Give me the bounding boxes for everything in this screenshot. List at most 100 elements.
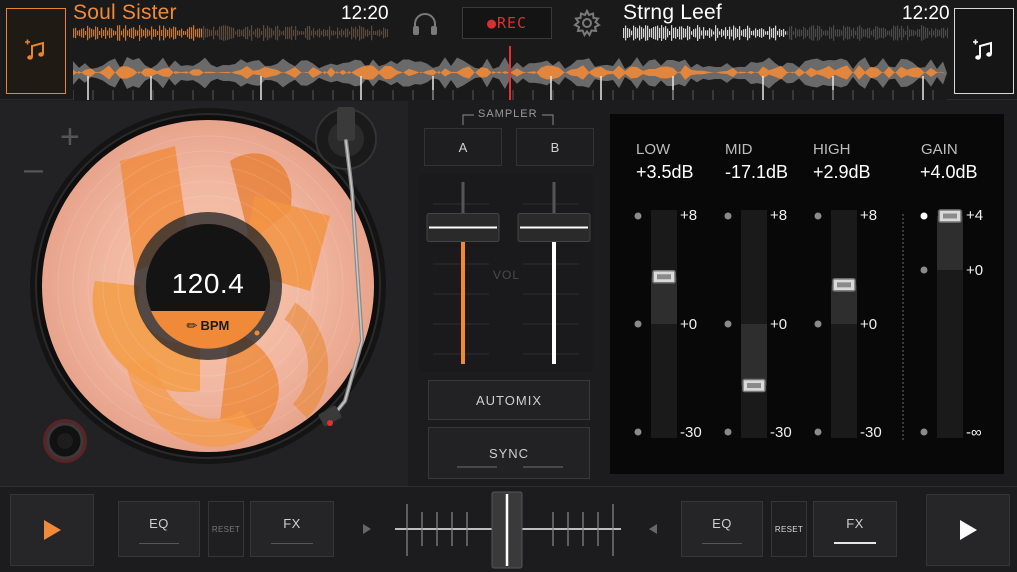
arrow-left-icon[interactable] (363, 524, 371, 534)
waveform-bar (843, 25, 845, 41)
waveform-bar (79, 29, 81, 37)
waveform-bar (895, 26, 897, 40)
waveform-bar (313, 28, 315, 38)
waveform-bar (635, 27, 637, 39)
waveform-bar (669, 31, 671, 35)
eq-gain-scale-top: +4 (966, 207, 984, 224)
waveform-bar (199, 28, 201, 38)
eq-gain-value: +4.0dB (920, 162, 978, 182)
waveform-bar (185, 31, 187, 35)
waveform-bar (917, 29, 919, 37)
automix-label: AUTOMIX (476, 392, 542, 408)
waveform-bar (805, 28, 807, 38)
waveform-bar (745, 28, 747, 38)
waveform-bar (767, 31, 769, 35)
gain-meter-dot (902, 226, 904, 228)
waveform-bar (315, 31, 317, 35)
eq-mid-label: MID (725, 141, 753, 158)
eq-high-scale-top: +8 (860, 207, 878, 224)
fx-tab-right[interactable]: FX (813, 501, 897, 557)
waveform-bar (687, 25, 689, 41)
waveform-bar (241, 30, 243, 36)
headphones-icon[interactable] (410, 9, 440, 39)
waveform-bar (249, 29, 251, 37)
waveform-bar (835, 29, 837, 37)
waveform-bar (267, 25, 269, 41)
eq-tab-right[interactable]: EQ (681, 501, 763, 557)
sync-button[interactable]: SYNC (428, 427, 590, 479)
waveform-bar (765, 31, 767, 35)
waveform-bar (299, 31, 301, 35)
eq-fill (937, 216, 963, 270)
sampler-pad-a[interactable]: A (424, 128, 502, 166)
waveform-bar (195, 29, 197, 37)
waveform-bar (129, 28, 131, 38)
automix-button[interactable]: AUTOMIX (428, 380, 590, 420)
play-right-button[interactable] (926, 494, 1010, 566)
waveform-bar (211, 29, 213, 37)
crossfader[interactable] (355, 488, 665, 572)
music-add-icon (973, 39, 992, 60)
waveform-bar (833, 25, 835, 41)
waveform-bar (907, 25, 909, 41)
eq-tab-left[interactable]: EQ (118, 501, 200, 557)
waveform-bar (343, 30, 345, 36)
waveform-bar (121, 30, 123, 36)
waveform-bar (925, 27, 927, 39)
sampler-pad-b[interactable]: B (516, 128, 594, 166)
bpm-label: BPM (200, 318, 230, 333)
waveform-bar (253, 31, 255, 35)
waveform-bar (947, 27, 948, 39)
fx-tab-left[interactable]: FX (250, 501, 334, 557)
gain-meter-dot (902, 350, 904, 352)
waveform-bar (739, 26, 741, 40)
gear-icon[interactable] (573, 9, 601, 37)
waveform-bar (245, 27, 247, 39)
waveform-bar (367, 29, 369, 37)
waveform-bar (841, 30, 843, 36)
gain-meter-dot (902, 214, 904, 216)
eq-low-scale-mid: +0 (680, 316, 698, 333)
waveform-bar (171, 28, 173, 38)
waveform-bar (269, 27, 271, 39)
reset-right-button[interactable]: RESET (771, 501, 807, 557)
waveform-bar (661, 25, 663, 41)
waveform-bar (279, 29, 281, 37)
waveform-bar (135, 29, 137, 37)
reset-left-button[interactable]: RESET (208, 501, 244, 557)
waveform-bar (137, 30, 139, 36)
load-track-right-button[interactable] (954, 8, 1014, 94)
waveform-bar (757, 29, 759, 37)
right-overview-waveform[interactable] (623, 24, 948, 42)
waveform-bar (127, 30, 129, 36)
waveform-bar (647, 25, 649, 41)
waveform-bar (161, 29, 163, 37)
waveform-bar (123, 28, 125, 38)
bpm-edit-button[interactable]: ✎BPM (168, 316, 248, 334)
waveform-bar (897, 25, 899, 41)
load-track-left-button[interactable] (6, 8, 66, 94)
waveform-bar (167, 29, 169, 37)
waveform-bar (853, 27, 855, 39)
waveform-bar (773, 27, 775, 39)
waveform-bar (675, 27, 677, 39)
gain-meter-dot (902, 354, 904, 356)
left-overview-waveform[interactable] (73, 24, 388, 42)
eq-scale-dot (724, 428, 732, 436)
arrow-right-icon[interactable] (649, 524, 657, 534)
gain-meter-dot (902, 258, 904, 260)
pitch-down-button[interactable]: – (24, 150, 43, 189)
eq-gain-label: GAIN (921, 141, 958, 158)
waveform-bar (639, 25, 641, 41)
waveform-bar (803, 26, 805, 40)
eq-tab-right-underline (702, 543, 742, 544)
gain-meter-dot (902, 278, 904, 280)
record-button[interactable]: ●REC (462, 7, 552, 39)
pitch-up-button[interactable]: + (60, 118, 80, 157)
waveform-bar (825, 30, 827, 36)
main-waveform[interactable] (73, 46, 947, 100)
play-left-button[interactable] (10, 494, 94, 566)
waveform-bar (753, 30, 755, 36)
waveform-bar (735, 27, 737, 39)
waveform-bar (221, 25, 223, 41)
